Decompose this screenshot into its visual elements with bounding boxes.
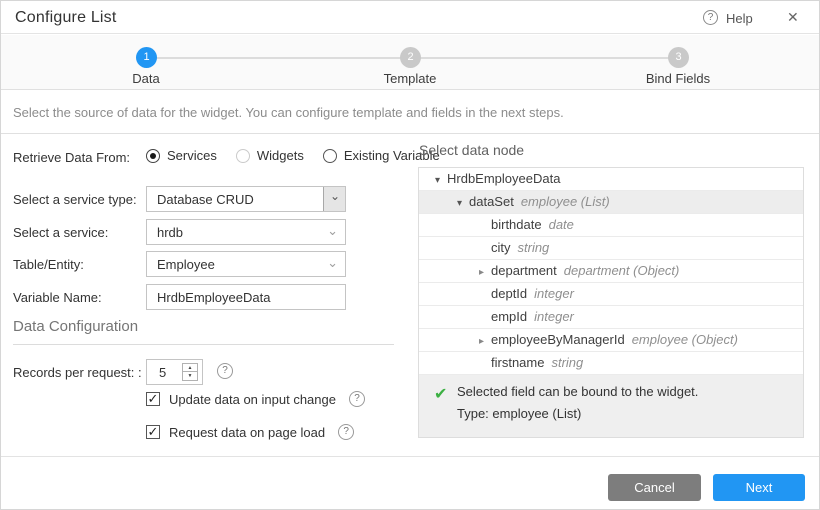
tree-row-birthdate[interactable]: birthdate date [419, 214, 803, 237]
tree-row-firstname[interactable]: firstname string [419, 352, 803, 375]
section-divider [13, 344, 394, 345]
caret-down-icon[interactable]: ▾ [450, 193, 469, 214]
chevron-down-icon: ⌄ [327, 255, 338, 271]
variable-name-label: Variable Name: [13, 290, 102, 305]
dialog-title: Configure List [15, 9, 117, 27]
tree-node-label: employeeByManagerId [491, 332, 625, 347]
records-per-request-label: Records per request: : [13, 365, 142, 380]
tree-node-label: deptId [491, 286, 527, 301]
tree-node-label: city [491, 240, 511, 255]
description-bar: Select the source of data for the widget… [1, 91, 819, 134]
tree-row-city[interactable]: city string [419, 237, 803, 260]
next-button[interactable]: Next [713, 474, 805, 501]
chevron-down-icon: ⌄ [330, 189, 340, 203]
data-configuration-heading: Data Configuration [13, 318, 138, 335]
table-entity-select[interactable]: Employee ⌄ [146, 251, 346, 277]
caret-right-icon[interactable]: ▸ [472, 331, 491, 352]
select-data-node-heading: Select data node [419, 142, 524, 158]
update-data-checkbox-label[interactable]: Update data on input change [169, 392, 336, 407]
step-3-circle[interactable]: 3 [668, 47, 689, 68]
tree-node-type: date [549, 217, 574, 232]
wizard-stepper: 1 2 3 Data Template Bind Fields [1, 35, 819, 90]
tree-row-empid[interactable]: empId integer [419, 306, 803, 329]
tree-row-department[interactable]: ▸department department (Object) [419, 260, 803, 283]
radio-widgets-label[interactable]: Widgets [257, 148, 304, 163]
tree-node-label: birthdate [491, 217, 542, 232]
records-per-request-value[interactable]: 5 [159, 365, 166, 380]
check-icon: ✔ [434, 384, 447, 404]
tree-node-type: department (Object) [564, 263, 680, 278]
records-help-icon[interactable]: ? [217, 363, 233, 379]
tree-row-hrdbemployeedata[interactable]: ▾HrdbEmployeeData [419, 168, 803, 191]
tree-node-type: string [518, 240, 550, 255]
records-per-request-stepper[interactable]: 5 ▲ ▼ [146, 359, 203, 385]
chevron-down-icon: ⌄ [327, 223, 338, 239]
radio-services-icon[interactable] [146, 149, 160, 163]
tree-node-label: department [491, 263, 557, 278]
retrieve-data-from-label: Retrieve Data From: [13, 150, 130, 165]
configure-list-dialog: Configure List ? Help ✕ 1 2 3 Data Templ… [0, 0, 820, 510]
table-entity-label: Table/Entity: [13, 257, 84, 272]
help-icon[interactable]: ? [703, 10, 718, 25]
data-node-tree: ▾HrdbEmployeeData ▾dataSetemployee (List… [418, 167, 804, 438]
help-link[interactable]: Help [726, 11, 753, 26]
service-type-value: Database CRUD [157, 192, 254, 207]
request-data-help-icon[interactable]: ? [338, 424, 354, 440]
tree-row-dataset[interactable]: ▾dataSet employee (List) [419, 191, 803, 214]
table-entity-value: Employee [157, 257, 215, 272]
service-select[interactable]: hrdb ⌄ [146, 219, 346, 245]
step-2-label[interactable]: Template [340, 71, 480, 86]
step-1-circle[interactable]: 1 [136, 47, 157, 68]
radio-services[interactable]: Services [146, 148, 217, 163]
request-data-checkbox-label[interactable]: Request data on page load [169, 425, 325, 440]
stepper-down-icon[interactable]: ▼ [183, 372, 197, 380]
tree-node-type: string [551, 355, 583, 370]
radio-services-label[interactable]: Services [167, 148, 217, 163]
radio-widgets-icon[interactable] [236, 149, 250, 163]
tree-node-label: empId [491, 309, 527, 324]
tree-node-type: employee (List) [521, 194, 610, 209]
update-data-help-icon[interactable]: ? [349, 391, 365, 407]
update-data-checkbox[interactable]: ✓ [146, 392, 160, 406]
tree-node-label: dataSet [469, 194, 514, 209]
caret-right-icon[interactable]: ▸ [472, 262, 491, 283]
stepper-buttons: ▲ ▼ [182, 363, 198, 381]
variable-name-input[interactable] [146, 284, 346, 310]
service-value: hrdb [157, 225, 183, 240]
request-data-checkbox[interactable]: ✓ [146, 425, 160, 439]
radio-existing-variable-icon[interactable] [323, 149, 337, 163]
dialog-header: Configure List ? Help ✕ [1, 1, 819, 34]
tree-node-type: integer [534, 309, 574, 324]
retrieve-data-from-radiogroup: Services Widgets Existing Variable [146, 148, 450, 163]
service-label: Select a service: [13, 225, 108, 240]
step-2-circle[interactable]: 2 [400, 47, 421, 68]
tree-row-employeebymanagerid[interactable]: ▸employeeByManagerId employee (Object) [419, 329, 803, 352]
binding-info-box: ✔ Selected field can be bound to the wid… [419, 375, 803, 437]
service-type-label: Select a service type: [13, 192, 137, 207]
update-data-checkbox-row: ✓ Update data on input change ? [146, 391, 365, 407]
request-data-checkbox-row: ✓ Request data on page load ? [146, 424, 354, 440]
tree-node-type: employee (Object) [632, 332, 738, 347]
step-3-label[interactable]: Bind Fields [608, 71, 748, 86]
radio-widgets[interactable]: Widgets [236, 148, 304, 163]
tree-node-label: HrdbEmployeeData [447, 171, 560, 186]
stepper-up-icon[interactable]: ▲ [183, 364, 197, 372]
footer-divider [1, 456, 819, 457]
step-1-label[interactable]: Data [76, 71, 216, 86]
cancel-button[interactable]: Cancel [608, 474, 701, 501]
binding-info-line1: Selected field can be bound to the widge… [457, 384, 698, 399]
caret-down-icon[interactable]: ▾ [428, 170, 447, 191]
service-type-select[interactable]: Database CRUD ⌄ [146, 186, 346, 212]
tree-node-label: firstname [491, 355, 544, 370]
description-text: Select the source of data for the widget… [13, 105, 564, 120]
tree-node-type: integer [534, 286, 574, 301]
close-icon[interactable]: ✕ [787, 9, 799, 26]
tree-row-deptid[interactable]: deptId integer [419, 283, 803, 306]
binding-info-line2: Type: employee (List) [457, 406, 581, 421]
service-type-dropdown-button[interactable]: ⌄ [323, 187, 345, 211]
